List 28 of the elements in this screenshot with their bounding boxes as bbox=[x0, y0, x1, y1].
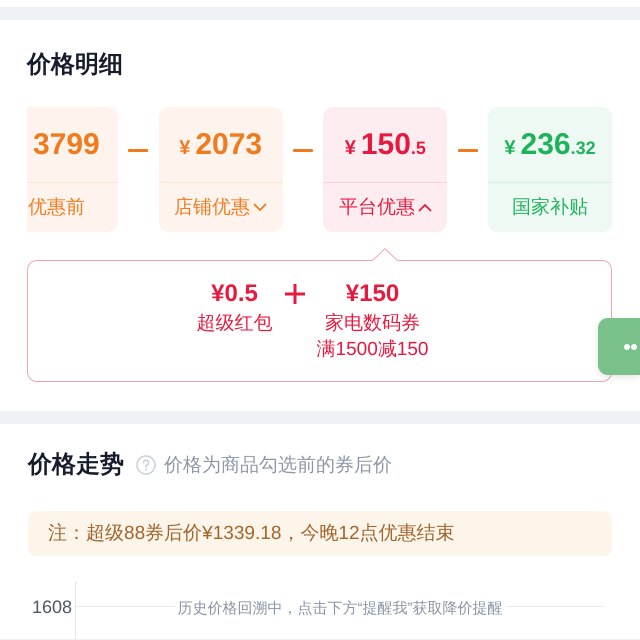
price-amount: ¥ 236.32 bbox=[504, 127, 596, 163]
more-button[interactable] bbox=[598, 318, 640, 375]
section-title: 价格明细 bbox=[27, 52, 123, 78]
coupon-condition: 满1500减150 bbox=[316, 338, 428, 362]
section-subtitle: 价格为商品勾选前的券后价 bbox=[164, 454, 392, 478]
price-card[interactable]: ¥ 2073 店铺优惠 bbox=[158, 107, 283, 232]
coupon-amount: ¥0.5 bbox=[211, 281, 258, 307]
help-icon[interactable] bbox=[136, 455, 156, 475]
coupon-amount: ¥150 bbox=[346, 281, 400, 307]
axis-tick-label: 1608 bbox=[30, 596, 72, 617]
coupon-notice: 注：超级88券后价¥1339.18，今晚12点优惠结束 bbox=[28, 511, 612, 556]
price-label: 国家补贴 bbox=[512, 196, 588, 220]
minus-icon bbox=[458, 149, 478, 152]
price-amount: ¥ 2073 bbox=[179, 127, 262, 163]
price-label: 平台优惠 bbox=[338, 196, 415, 220]
price-amount: ¥ 150.5 bbox=[344, 127, 426, 163]
price-amount: 3799 bbox=[33, 127, 100, 163]
section-title: 价格走势 bbox=[28, 451, 124, 479]
chart-message: 历史价格回溯中，点击下方“提醒我”获取降价提醒 bbox=[174, 600, 506, 617]
price-label: 优惠前 bbox=[28, 196, 85, 220]
coupon-name: 家电数码券 bbox=[325, 312, 420, 336]
plus-icon bbox=[284, 284, 305, 304]
minus-icon bbox=[128, 149, 148, 152]
price-card[interactable]: ¥ 150.5 平台优惠 bbox=[323, 107, 448, 232]
more-icon bbox=[624, 344, 637, 350]
coupon-name: 超级红包 bbox=[196, 312, 273, 336]
price-label: 店铺优惠 bbox=[174, 196, 250, 220]
minus-icon bbox=[293, 149, 313, 152]
